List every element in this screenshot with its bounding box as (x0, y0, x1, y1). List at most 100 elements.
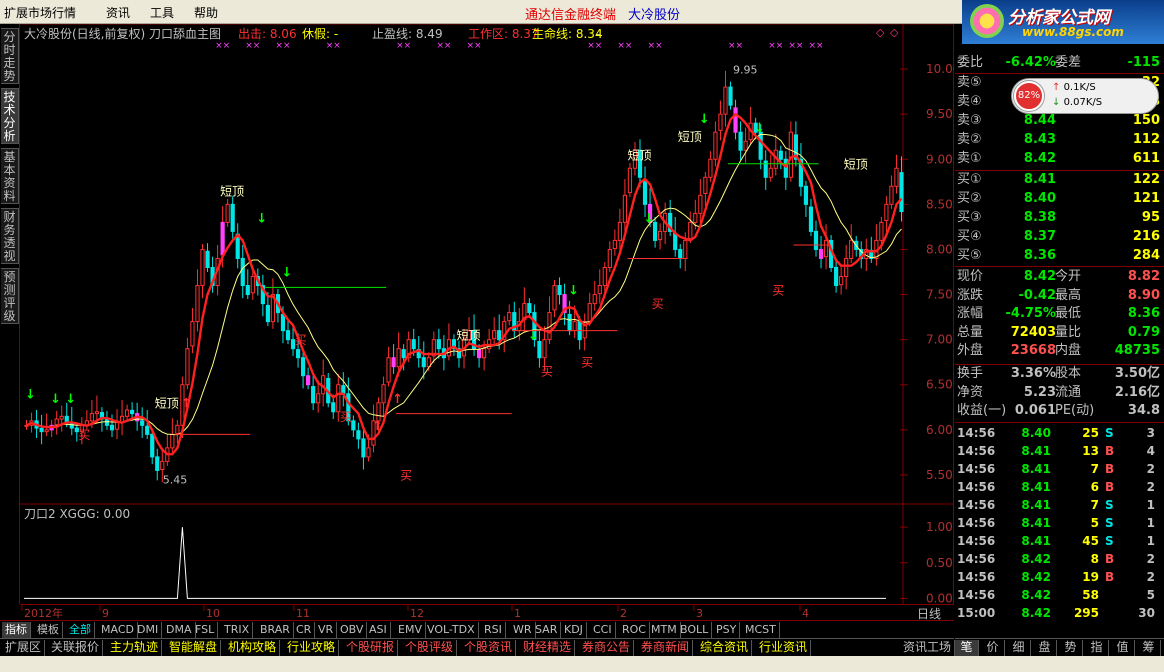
bottom-tab-2[interactable]: 主力轨迹 (107, 640, 163, 656)
candle-body (240, 257, 245, 287)
menu-item-news[interactable]: 资讯 (106, 4, 130, 21)
tick-v: 7 (1090, 498, 1099, 512)
indicator-tab-psy[interactable]: PSY (713, 622, 741, 638)
candle-body (617, 221, 622, 241)
indicator-tab-mcst[interactable]: MCST (742, 622, 780, 638)
stat-row-1-v2: 8.90 (1127, 287, 1160, 303)
right-tab-0[interactable]: 笔 (955, 640, 979, 656)
menu-item-help[interactable]: 帮助 (194, 4, 218, 21)
stat-row-1-v1: -0.42 (1018, 287, 1056, 303)
indicator-tab-vol-tdx[interactable]: VOL-TDX (424, 622, 479, 638)
candle-body (507, 312, 512, 322)
vtab-intraday[interactable]: 分时走势 (1, 28, 19, 84)
candle-body (627, 167, 633, 194)
bottom-tab-0[interactable]: 扩展区 (2, 640, 46, 656)
order-ratio-row-v1: -6.42% (1005, 55, 1057, 70)
kline-chart[interactable]: 5.50 6.00 6.50 7.00 7.50 8.00 8.50 9.00 9.50 10.0… (20, 23, 960, 605)
indicator-tab-全部[interactable]: 全部 (66, 622, 95, 638)
bottom-tab-8[interactable]: 个股资讯 (461, 640, 517, 656)
diamond-icon[interactable]: ◇ (876, 26, 885, 39)
bottom-tab-13[interactable]: 行业资讯 (756, 640, 812, 656)
candle-body (497, 330, 502, 341)
bottom-tab-1[interactable]: 关联报价 (48, 640, 104, 656)
indicator-tab-mtm[interactable]: MTM (648, 622, 681, 638)
bottom-tab-5[interactable]: 行业攻略 (284, 640, 340, 656)
indicator-tab-obv[interactable]: OBV (337, 622, 368, 638)
vtab-forecast[interactable]: 预测评级 (1, 268, 19, 324)
tick-p: 8.42 (1021, 588, 1051, 602)
top-signal-marker-8: ×× (617, 41, 632, 51)
chart-area[interactable]: 5.50 6.00 6.50 7.00 7.50 8.00 8.50 9.00 9.50 10.0… (20, 23, 960, 605)
right-tab-5[interactable]: 指 (1085, 640, 1109, 656)
indicator-tab-macd[interactable]: MACD (98, 622, 138, 638)
diamond-icon-2[interactable]: ◇ (890, 26, 899, 39)
bottom-tab-9[interactable]: 财经精选 (520, 640, 576, 656)
indicator-tab-boll[interactable]: BOLL (677, 622, 713, 638)
right-tab-2[interactable]: 细 (1007, 640, 1031, 656)
indicator-tab-kdj[interactable]: KDJ (561, 622, 587, 638)
short-top-label-2: 短顶 (457, 329, 481, 343)
right-tab-4[interactable]: 势 (1059, 640, 1083, 656)
header-indicator-3: 工作区: 8.37 (468, 27, 539, 41)
status-bar (0, 656, 1164, 672)
indicator-tab-emv[interactable]: EMV (395, 622, 426, 638)
candle-body (351, 420, 356, 431)
candle-body (713, 131, 718, 160)
bottom-tab-6[interactable]: 个股研报 (343, 640, 399, 656)
top-signal-marker-10: ×× (728, 41, 743, 51)
info-workshop-tab[interactable]: 资讯工场 (900, 640, 956, 656)
tick-p: 8.41 (1021, 516, 1051, 530)
indicator-tab-cci[interactable]: CCI (590, 622, 616, 638)
menu-item-tools[interactable]: 工具 (150, 4, 174, 21)
vtab-technical[interactable]: 技术分析 (1, 88, 19, 144)
stat-row-0-v1: 8.42 (1023, 269, 1056, 284)
right-tab-3[interactable]: 盘 (1033, 640, 1057, 656)
candle-body (145, 425, 150, 435)
candle-body (341, 385, 346, 395)
candle-body (688, 221, 693, 240)
indicator-tab-roc[interactable]: ROC (619, 622, 650, 638)
right-tab-1[interactable]: 价 (981, 640, 1005, 656)
vtab-fundamentals[interactable]: 基本资料 (1, 148, 19, 204)
stat-row-1-l1: 涨跌 (957, 287, 984, 303)
buy-label-4: 买 (541, 365, 553, 379)
flower-logo-icon (970, 4, 1004, 38)
bottom-tab-12[interactable]: 综合资讯 (697, 640, 753, 656)
bottom-tab-4[interactable]: 机构攻略 (225, 640, 281, 656)
candle-body (54, 418, 59, 426)
indicator-tab-brar[interactable]: BRAR (257, 622, 294, 638)
right-tab-6[interactable]: 值 (1111, 640, 1135, 656)
vtab-financial[interactable]: 财务透视 (1, 208, 19, 264)
stat-row-0-v2: 8.82 (1127, 269, 1160, 284)
bid-row-4-v1: 8.37 (1023, 229, 1056, 244)
bottom-tab-10[interactable]: 券商公告 (579, 640, 635, 656)
indicator-tab-cr[interactable]: CR (293, 622, 316, 638)
bid-row-3-v2: 95 (1141, 210, 1160, 225)
tick-p: 8.41 (1021, 480, 1051, 494)
indicator-tab-trix[interactable]: TRIX (221, 622, 254, 638)
brand-banner: 分析家公式网 www.88gs.com (962, 0, 1164, 44)
indicator-tab-dma[interactable]: DMA (163, 622, 196, 638)
tick-t: 14:56 (957, 498, 996, 512)
candle-body (195, 285, 200, 323)
candle-body (813, 230, 819, 250)
indicator-tab-vr[interactable]: VR (315, 622, 338, 638)
indicator-tab-asi[interactable]: ASI (366, 622, 391, 638)
right-tab-7[interactable]: 筹 (1137, 640, 1161, 656)
tick-row: 14:56 8.41 7 S 1 (955, 496, 1164, 514)
bottom-tab-11[interactable]: 券商新闻 (638, 640, 694, 656)
indicator-tab-sar[interactable]: SAR (532, 622, 562, 638)
indicator-tab-fsl[interactable]: FSL (192, 622, 219, 638)
bottom-tab-3[interactable]: 智能解盘 (166, 640, 222, 656)
indicator-tab-rsi[interactable]: RSI (481, 622, 506, 638)
short-top-label-3: 短顶 (627, 148, 651, 162)
candle-body (230, 203, 235, 232)
candle-body (482, 348, 487, 359)
ask-row-2-v2: 112 (1132, 132, 1160, 147)
candle-body (170, 433, 175, 449)
indicator-tab-指标[interactable]: 指标 (2, 622, 31, 638)
indicator-tab-模板[interactable]: 模板 (34, 622, 63, 638)
bottom-tab-7[interactable]: 个股评级 (402, 640, 458, 656)
indicator-tab-dmi[interactable]: DMI (134, 622, 163, 638)
menu-item-extended-market[interactable]: 扩展市场行情 (4, 4, 76, 21)
